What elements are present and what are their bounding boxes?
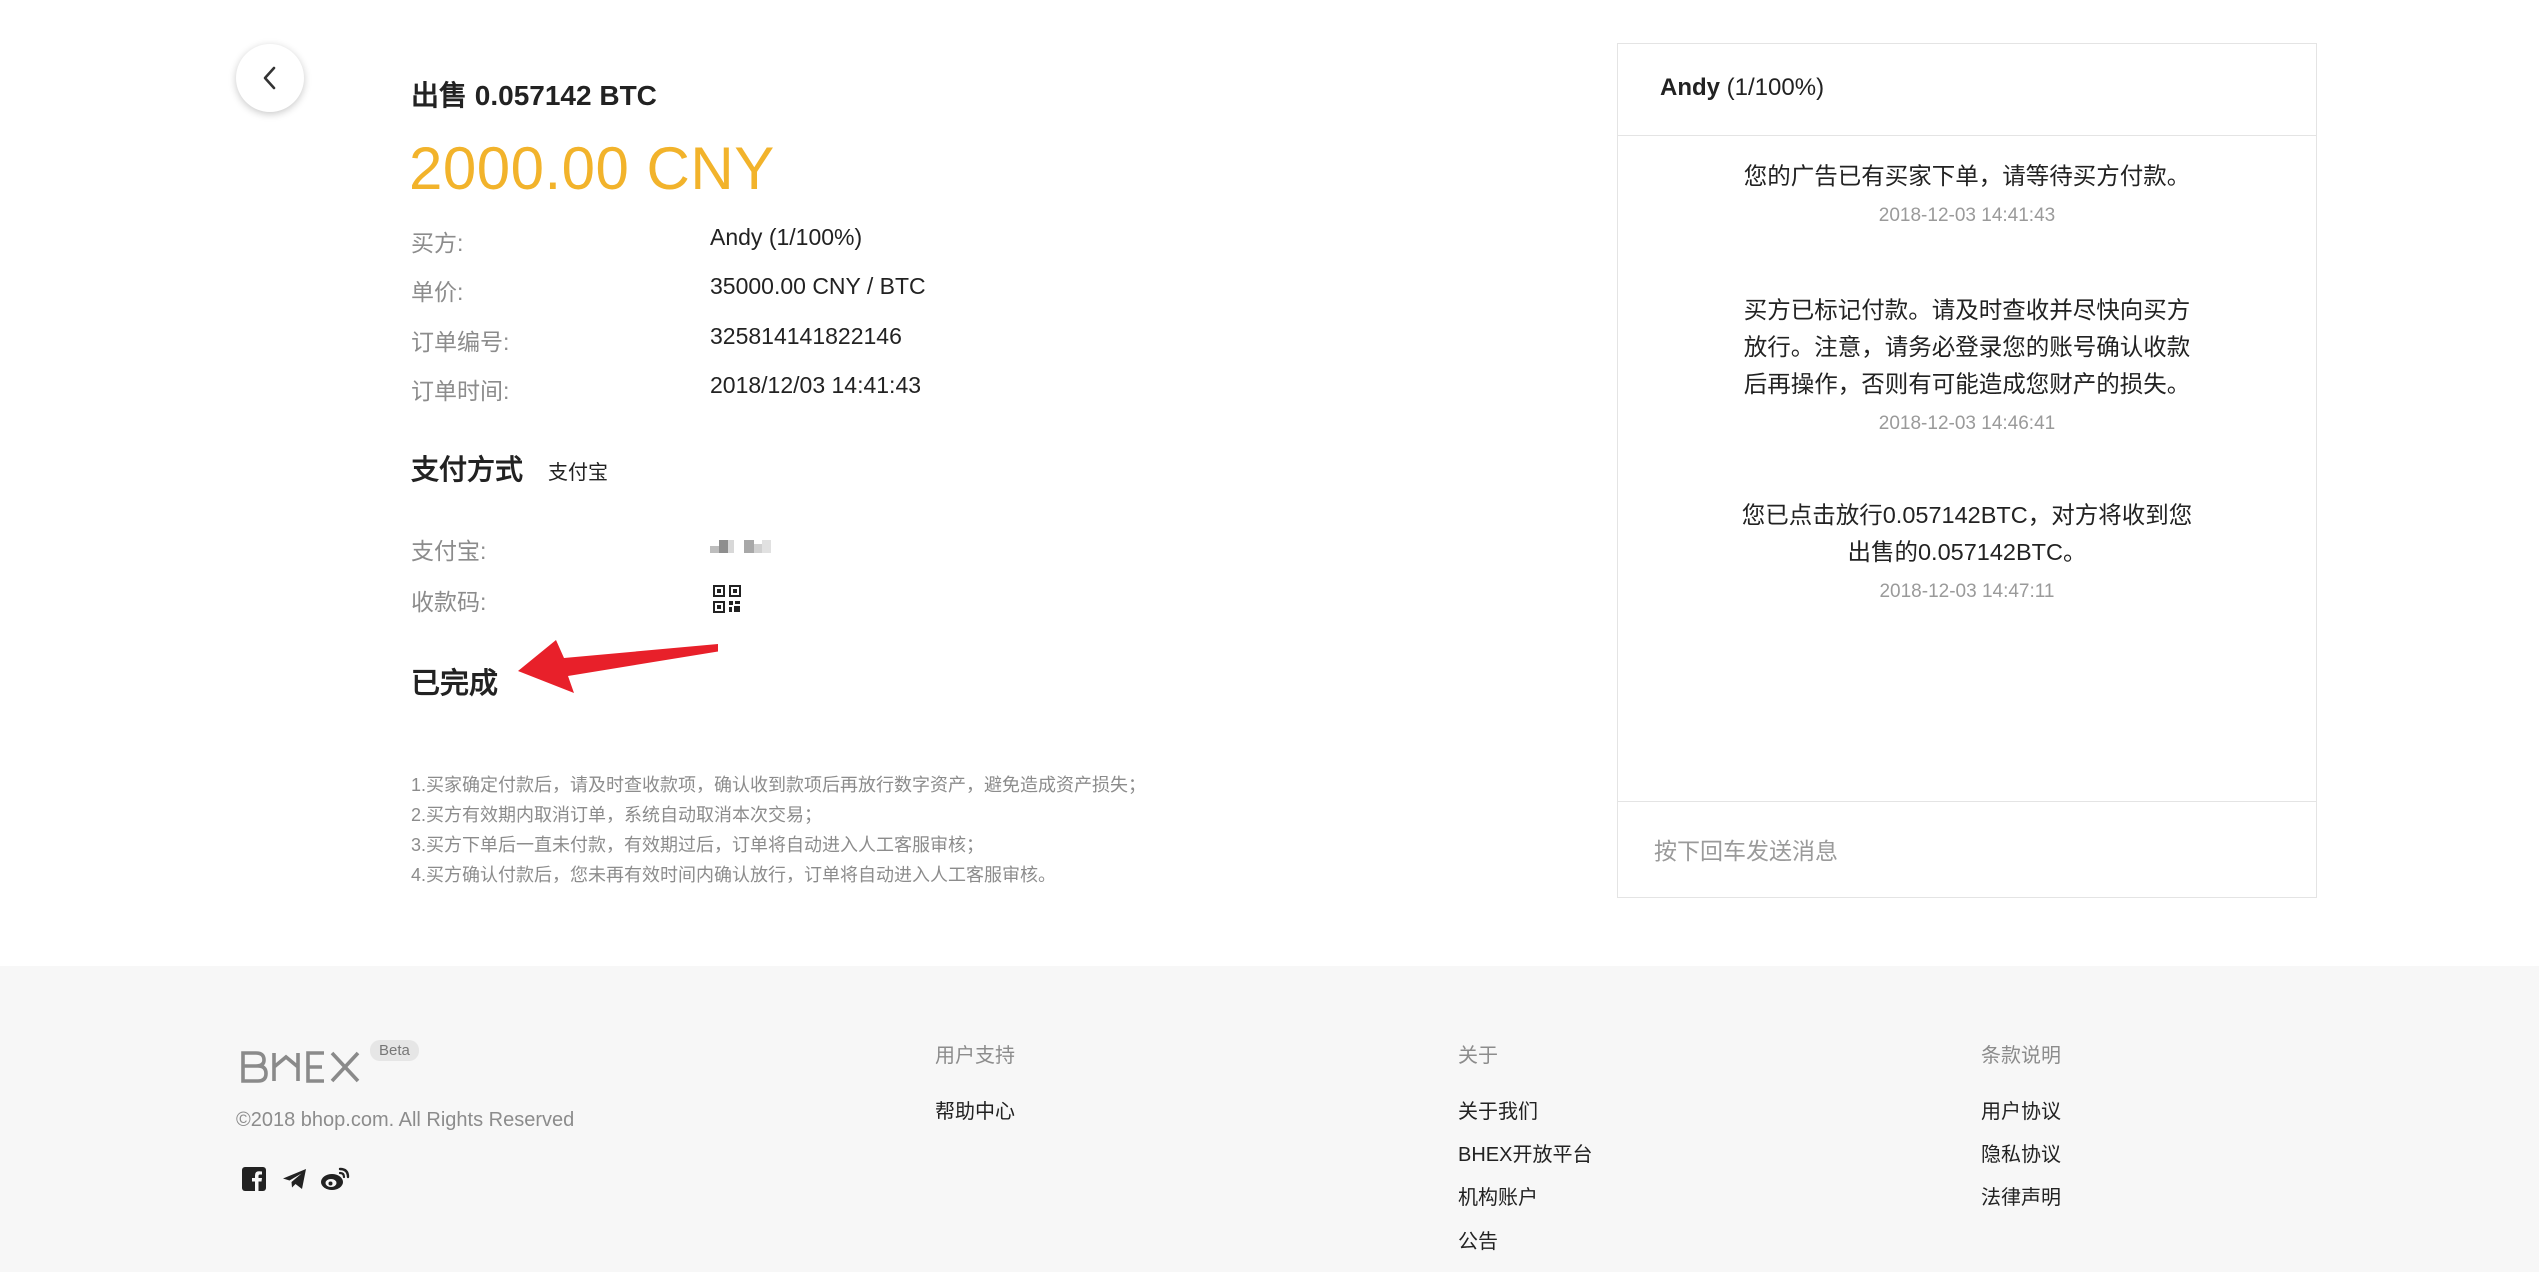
chat-message-text: 您已点击放行0.057142BTC，对方将收到您 [1741,502,2193,528]
chat-panel: Andy (1/100%) 您的广告已有买家下单，请等待买方付款。 2018-1… [1617,43,2317,898]
alipay-account-value-blurred [710,540,771,553]
unit-price-row: 单价: 35000.00 CNY / BTC [411,273,1311,313]
payment-method-title: 支付方式 [411,454,524,485]
order-amount: 2000.00 CNY [409,135,775,202]
annotation-arrow [518,640,718,693]
footer-column-title-support: 用户支持 [935,1045,1015,1067]
order-number-value: 325814141822146 [710,323,902,349]
footer-link-user-agreement[interactable]: 用户协议 [1981,1095,2061,1124]
buyer-label: 买方: [411,230,464,256]
telegram-icon[interactable] [282,1166,308,1192]
alipay-account-row: 支付宝: [411,532,1311,572]
copyright: ©2018 bhop.com. All Rights Reserved [236,1109,575,1131]
beta-badge: Beta [370,1040,419,1061]
note-item: 1.买家确定付款后，请及时查收款项，确认收到款项后再放行数字资产，避免造成资产损… [411,775,1147,795]
qr-code-icon[interactable] [713,585,741,619]
chat-message: 您的广告已有买家下单，请等待买方付款。 2018-12-03 14:41:43 [1618,158,2316,227]
footer-link-legal-statement[interactable]: 法律声明 [1981,1181,2061,1210]
note-item: 3.买方下单后一直未付款，有效期过后，订单将自动进入人工客服审核； [411,835,985,855]
footer-link-privacy-agreement[interactable]: 隐私协议 [1981,1138,2061,1167]
chat-message-text: 后再操作，否则有可能造成您财产的损失。 [1743,371,2191,397]
footer-link-about-us[interactable]: 关于我们 [1458,1095,1538,1124]
chat-counterparty-name: Andy [1660,74,1720,101]
chat-message-text: 您的广告已有买家下单，请等待买方付款。 [1743,163,2191,189]
order-title: 出售 0.057142 BTC [411,80,657,111]
chat-message: 买方已标记付款。请及时查收并尽快向买方 放行。注意，请务必登录您的账号确认收款 … [1618,292,2316,435]
footer-link-help-center[interactable]: 帮助中心 [935,1095,1015,1124]
chat-header: Andy (1/100%) [1618,44,2316,136]
unit-price-value: 35000.00 CNY / BTC [710,273,926,299]
footer-column-title-terms: 条款说明 [1981,1045,2061,1067]
chat-message-time: 2018-12-03 14:46:41 [1878,413,2056,434]
chat-message: 您已点击放行0.057142BTC，对方将收到您 出售的0.057142BTC。… [1618,497,2316,603]
buyer-row: 买方: Andy (1/100%) [411,224,1311,264]
chat-message-text: 放行。注意，请务必登录您的账号确认收款 [1743,334,2191,360]
order-time-row: 订单时间: 2018/12/03 14:41:43 [411,372,1311,412]
footer-link-announcements[interactable]: 公告 [1458,1225,1498,1254]
chat-counterparty: Andy (1/100%) [1660,74,1824,102]
footer-column-title-about: 关于 [1458,1045,1498,1067]
qr-code-label: 收款码: [411,589,487,615]
weibo-icon[interactable] [320,1166,350,1192]
chat-input-area [1618,801,2316,897]
order-time-label: 订单时间: [411,378,510,404]
footer-link-institutional-account[interactable]: 机构账户 [1458,1181,1538,1210]
alipay-account-label: 支付宝: [411,538,487,564]
order-number-label: 订单编号: [411,329,510,355]
note-item: 4.买方确认付款后，您未再有效时间内确认放行，订单将自动进入人工客服审核。 [411,865,1057,885]
order-status: 已完成 [411,668,499,700]
order-notes: 1.买家确定付款后，请及时查收款项，确认收到款项后再放行数字资产，避免造成资产损… [411,770,1146,890]
qr-code-row: 收款码: [411,583,1311,623]
facebook-icon[interactable] [241,1166,267,1192]
order-number-row: 订单编号: 325814141822146 [411,323,1311,363]
unit-price-label: 单价: [411,279,464,305]
back-button[interactable] [236,44,304,112]
note-item: 2.买方有效期内取消订单，系统自动取消本次交易； [411,805,823,825]
chat-message-input[interactable] [1652,830,2276,872]
chat-message-time: 2018-12-03 14:41:43 [1878,205,2056,226]
payment-method-tag: 支付宝 [548,462,608,484]
chat-message-text: 出售的0.057142BTC。 [1847,539,2087,565]
chat-message-text: 买方已标记付款。请及时查收并尽快向买方 [1743,297,2191,323]
chat-message-time: 2018-12-03 14:47:11 [1879,581,2055,602]
buyer-value: Andy (1/100%) [710,224,863,250]
bhex-logo[interactable] [240,1050,366,1084]
order-time-value: 2018/12/03 14:41:43 [710,372,922,398]
footer-link-open-platform[interactable]: BHEX开放平台 [1458,1138,1592,1167]
chevron-left-icon [263,66,276,90]
chat-counterparty-rating: (1/100%) [1726,74,1825,101]
